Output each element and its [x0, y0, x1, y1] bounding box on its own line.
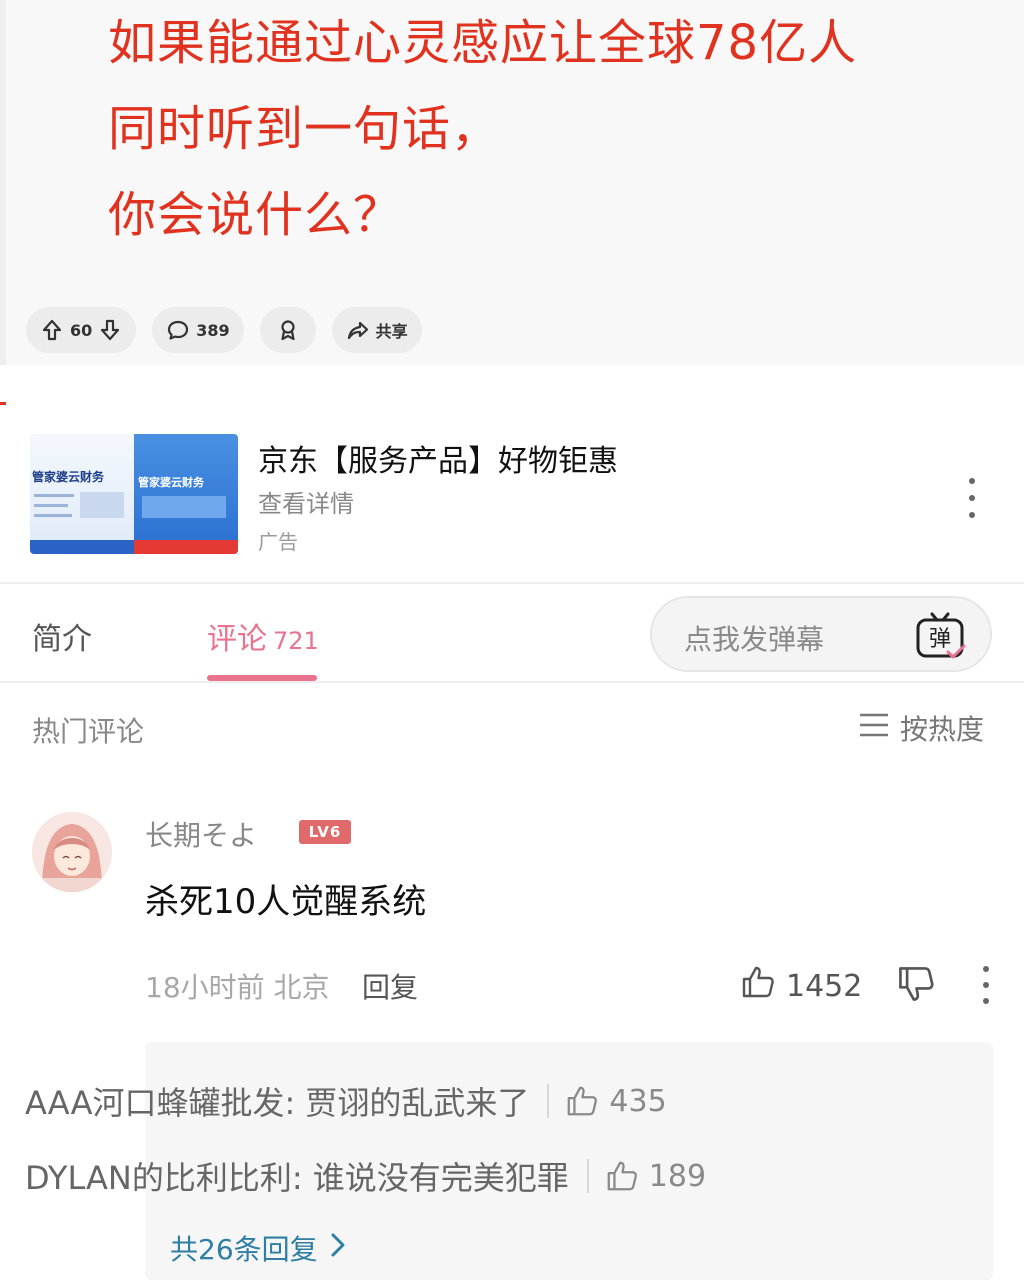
divider [0, 582, 1024, 584]
level-badge: LV6 [299, 820, 351, 844]
upvote-icon[interactable] [40, 318, 64, 342]
reply-text: AAA河口蜂罐批发: 贾诩的乱武来了 [25, 1084, 530, 1122]
reply-like-button[interactable]: 435 [565, 1083, 667, 1119]
hot-comments-label: 热门评论 [32, 715, 145, 748]
sort-button[interactable]: 按热度 [858, 708, 984, 748]
thumbs-down-icon [896, 967, 936, 1008]
ad-card[interactable]: 管家婆云财务 管家婆云财务 京东【服务产品】好物钜惠 查看详情 广告 [0, 420, 1024, 582]
reply-like-count: 189 [648, 1158, 707, 1194]
award-icon [276, 318, 300, 342]
downvote-icon[interactable] [98, 318, 122, 342]
share-label: 共享 [375, 322, 408, 341]
avatar[interactable] [32, 812, 112, 892]
ad-thumb-brand-left: 管家婆云财务 [32, 470, 105, 484]
reply-like-button[interactable]: 189 [605, 1159, 706, 1194]
post-action-row: 60 389 共享 [26, 307, 422, 353]
sort-label: 按热度 [900, 713, 985, 746]
more-icon[interactable] [962, 478, 982, 518]
post-line-2: 同时听到一句话， [108, 101, 501, 157]
post-card: 如果能通过心灵感应让全球78亿人 同时听到一句话， 你会说什么？ 60 389 [0, 0, 1024, 365]
award-pill[interactable] [259, 307, 316, 353]
reply-button[interactable]: 回复 [362, 966, 418, 1006]
reply-like-count: 435 [609, 1083, 667, 1119]
post-line-3: 你会说什么？ [108, 187, 403, 243]
ad-thumbnail[interactable]: 管家婆云财务 管家婆云财务 [30, 434, 238, 554]
dislike-button[interactable] [896, 964, 936, 1008]
ad-title[interactable]: 京东【服务产品】好物钜惠 [258, 436, 618, 480]
comment-pill[interactable]: 389 [152, 307, 244, 353]
comment-username[interactable]: 长期そよ [145, 814, 257, 854]
reply-item[interactable]: AAA河口蜂罐批发: 贾诩的乱武来了 435 [25, 1078, 667, 1124]
reply-item[interactable]: DYLAN的比利比利: 谁说没有完美犯罪 189 [25, 1153, 706, 1199]
side-marker [0, 402, 6, 405]
tab-intro[interactable]: 简介 [32, 614, 92, 658]
post-line-1: 如果能通过心灵感应让全球78亿人 [108, 15, 858, 71]
tab-comments-label: 评论 [207, 622, 267, 657]
tab-comments[interactable]: 评论 721 [207, 614, 319, 658]
comment-text: 杀死10人觉醒系统 [145, 882, 427, 922]
thumbs-up-icon [740, 964, 776, 1008]
reply-text: DYLAN的比利比利: 谁说没有完美犯罪 [25, 1159, 569, 1197]
vote-pill: 60 [26, 307, 137, 353]
danmaku-toggle-icon[interactable]: 弹 [912, 608, 968, 664]
danmaku-placeholder: 点我发弹幕 [684, 623, 825, 656]
sort-lines-icon [858, 711, 890, 746]
comment-meta: 18小时前 北京 [145, 971, 330, 1004]
chevron-right-icon [330, 1232, 346, 1265]
tab-comments-count: 721 [273, 627, 319, 655]
danmaku-input[interactable]: 点我发弹幕 弹 [650, 596, 992, 672]
thumbs-up-icon [607, 1161, 637, 1191]
upvote-count: 60 [70, 320, 93, 340]
card-edge [0, 0, 6, 365]
view-all-replies-label: 共26条回复 [170, 1233, 318, 1266]
comment-count: 389 [196, 320, 230, 340]
ad-thumb-brand-right: 管家婆云财务 [138, 476, 204, 489]
comment-more-icon[interactable] [980, 966, 992, 1004]
like-count: 1452 [786, 968, 863, 1004]
post-text: 如果能通过心灵感应让全球78亿人 同时听到一句话， 你会说什么？ [108, 0, 988, 258]
share-icon [346, 318, 370, 342]
divider [0, 681, 1024, 683]
comment-bubble-icon [166, 318, 190, 342]
thumbs-up-icon [568, 1086, 598, 1116]
view-all-replies-link[interactable]: 共26条回复 [170, 1228, 346, 1268]
share-pill[interactable]: 共享 [331, 307, 422, 353]
ad-view-details[interactable]: 查看详情 [258, 484, 354, 519]
like-button[interactable]: 1452 [740, 964, 862, 1008]
danmaku-icon-char: 弹 [929, 627, 951, 652]
ad-tag: 广告 [258, 530, 298, 554]
